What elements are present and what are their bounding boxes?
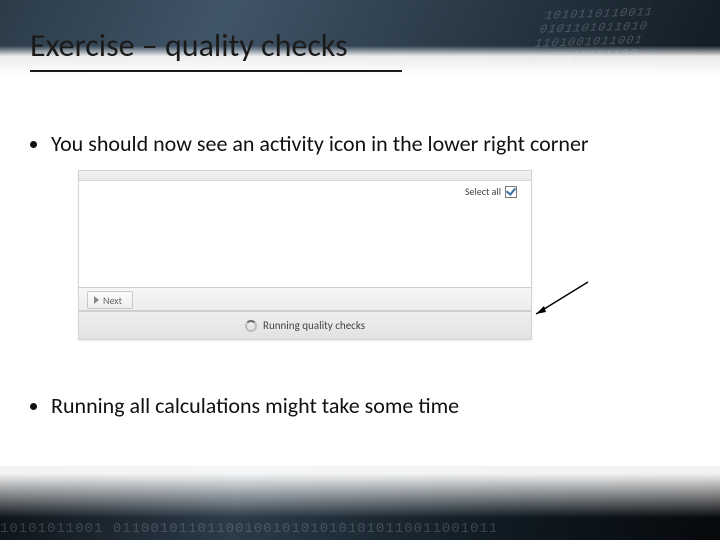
slide: 1010110110011 0101101011010 110100101100… (0, 0, 720, 540)
slide-title: Exercise – quality checks (30, 26, 348, 65)
spinner-icon (245, 320, 257, 332)
screenshot-header (79, 171, 531, 181)
content-area-2: Running all calculations might take some… (30, 392, 690, 429)
select-all-label: Select all (465, 185, 501, 198)
bullet-one: You should now see an activity icon in t… (30, 130, 690, 157)
content-area: You should now see an activity icon in t… (30, 130, 690, 167)
checkbox-icon (505, 186, 517, 198)
status-bar: Running quality checks (79, 311, 531, 339)
arrow-right-icon (94, 296, 99, 304)
toolbar-panel: Next (79, 287, 531, 311)
status-text: Running quality checks (263, 319, 365, 332)
select-all-checkbox[interactable]: Select all (465, 185, 517, 198)
binary-decor-top: 1010110110011 0101101011010 110100101100… (514, 3, 709, 99)
next-button-label: Next (103, 294, 122, 307)
bullet-two: Running all calculations might take some… (30, 392, 690, 419)
next-button[interactable]: Next (87, 291, 133, 309)
bullet-dot (30, 141, 37, 148)
bullet-dot (30, 403, 37, 410)
bullet-two-text: Running all calculations might take some… (51, 392, 459, 419)
app-screenshot: Select all Next Running quality checks (78, 170, 532, 340)
bullet-one-text: You should now see an activity icon in t… (51, 130, 589, 157)
title-underline (30, 70, 402, 72)
binary-decor-bottom: 10101011001 0110010110110010010101010101… (0, 521, 720, 537)
bottom-banner: 10101011001 0110010110110010010101010101… (0, 466, 720, 540)
annotation-arrow (530, 280, 590, 320)
